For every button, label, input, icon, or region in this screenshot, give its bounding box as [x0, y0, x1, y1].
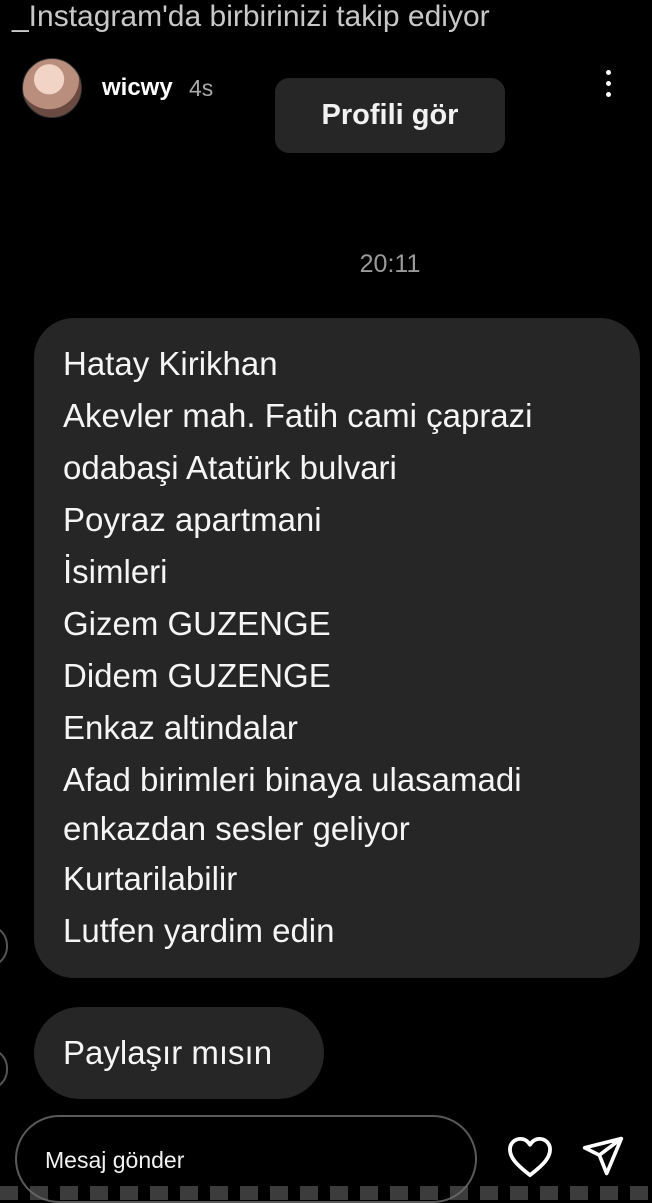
view-profile-button[interactable]: Profili gör	[275, 78, 505, 153]
message-timestamp: 20:11	[359, 250, 421, 278]
message-line: odabaşi Atatürk bulvari	[63, 449, 397, 486]
sender-avatar-edge	[0, 1048, 8, 1090]
message-line: İsimleri	[63, 553, 168, 590]
message-line: Kurtarilabilir	[63, 860, 238, 897]
send-icon[interactable]	[580, 1134, 626, 1178]
top-banner: _Instagram'da birbirinizi takip ediyor	[0, 0, 652, 34]
heart-icon[interactable]	[507, 1136, 553, 1178]
message-line: Didem GUZENGE	[63, 657, 331, 694]
message-line: Akevler mah. Fatih cami çaprazi	[63, 397, 533, 434]
message-input[interactable]	[43, 1141, 447, 1179]
message-line: Hatay Kirikhan	[63, 345, 278, 382]
bottom-overlay-text	[0, 1186, 652, 1200]
username[interactable]: wicwy	[102, 74, 173, 102]
message-line: Poyraz apartmani	[63, 501, 322, 538]
message-line: enkazdan sesler geliyor	[63, 810, 410, 847]
message-line: Afad birimleri binaya ulasamadi	[63, 761, 522, 798]
message-line: Enkaz altindalar	[63, 709, 298, 746]
message-bubble-share[interactable]: Paylaşır mısın	[34, 1007, 324, 1099]
message-line: Lutfen yardim edin	[63, 912, 335, 949]
avatar[interactable]	[22, 58, 82, 118]
top-banner-text: _Instagram'da birbirinizi takip ediyor	[12, 0, 490, 33]
more-vertical-icon[interactable]	[596, 70, 620, 104]
message-line: Gizem GUZENGE	[63, 605, 331, 642]
sender-avatar-edge	[0, 925, 8, 967]
time-ago: 4s	[189, 75, 214, 101]
message-bubble[interactable]: Hatay Kirikhan Akevler mah. Fatih cami ç…	[34, 318, 640, 978]
